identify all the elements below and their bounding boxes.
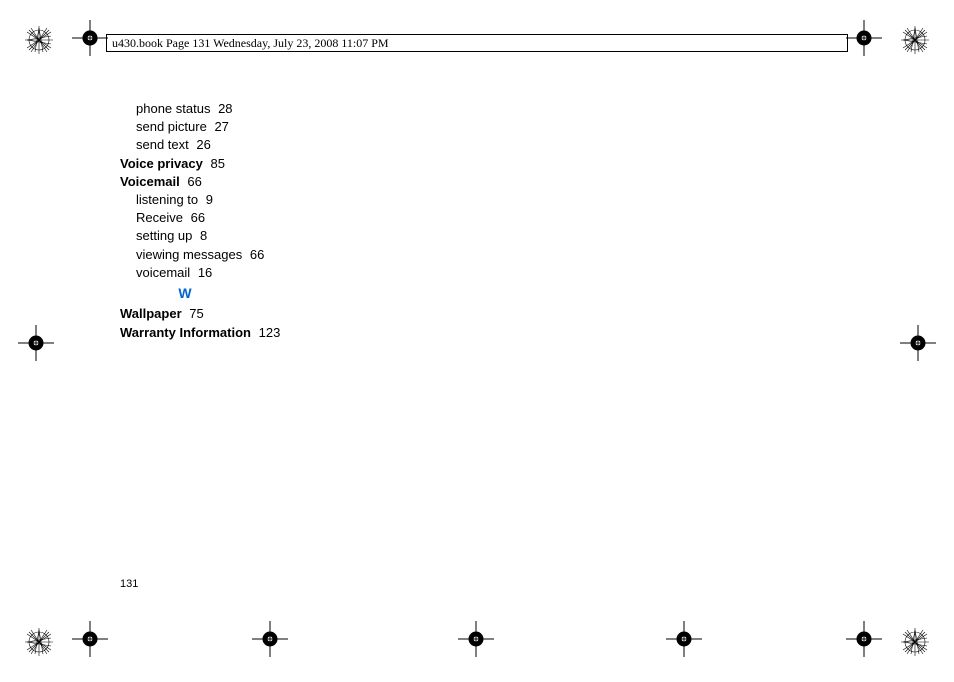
- registration-mark-icon: [899, 626, 931, 658]
- index-label: send text: [136, 137, 189, 152]
- index-label: Warranty Information: [120, 325, 251, 340]
- index-label: Receive: [136, 210, 183, 225]
- registration-mark-icon: [23, 626, 55, 658]
- index-label: voicemail: [136, 265, 190, 280]
- index-page: 66: [187, 174, 201, 189]
- index-entry: Receive 66: [136, 209, 280, 227]
- index-page: 75: [189, 306, 203, 321]
- index-entry: send picture 27: [136, 118, 280, 136]
- index-page: 27: [214, 119, 228, 134]
- crop-mark-icon: [458, 621, 494, 662]
- index-entry: Wallpaper 75: [120, 305, 280, 323]
- registration-mark-icon: [899, 24, 931, 56]
- index-page: 26: [196, 137, 210, 152]
- index-label: setting up: [136, 228, 192, 243]
- crop-mark-icon: [666, 621, 702, 662]
- crop-mark-icon: [846, 20, 882, 61]
- page-header-text: u430.book Page 131 Wednesday, July 23, 2…: [112, 36, 389, 51]
- index-page: 66: [250, 247, 264, 262]
- crop-mark-icon: [72, 621, 108, 662]
- index-label: Voicemail: [120, 174, 180, 189]
- index-entry: phone status 28: [136, 100, 280, 118]
- index-entry: Voicemail 66: [120, 173, 280, 191]
- index-entry: setting up 8: [136, 227, 280, 245]
- index-label: viewing messages: [136, 247, 242, 262]
- index-section-letter: W: [120, 284, 250, 304]
- index-label: send picture: [136, 119, 207, 134]
- index-page: 85: [211, 156, 225, 171]
- crop-mark-icon: [846, 621, 882, 662]
- index-page: 9: [206, 192, 213, 207]
- index-label: Wallpaper: [120, 306, 182, 321]
- index-entry: viewing messages 66: [136, 246, 280, 264]
- index-label: listening to: [136, 192, 198, 207]
- crop-mark-icon: [900, 325, 936, 366]
- index-page: 123: [259, 325, 281, 340]
- page-number: 131: [120, 578, 138, 590]
- crop-mark-icon: [72, 20, 108, 61]
- index-page: 28: [218, 101, 232, 116]
- index-page: 8: [200, 228, 207, 243]
- index-page: 66: [191, 210, 205, 225]
- index-page: 16: [198, 265, 212, 280]
- index-content: phone status 28 send picture 27 send tex…: [120, 100, 280, 342]
- index-entry: listening to 9: [136, 191, 280, 209]
- crop-mark-icon: [252, 621, 288, 662]
- registration-mark-icon: [23, 24, 55, 56]
- index-entry: send text 26: [136, 136, 280, 154]
- crop-mark-icon: [18, 325, 54, 366]
- index-entry: voicemail 16: [136, 264, 280, 282]
- index-entry: Voice privacy 85: [120, 155, 280, 173]
- page-header-bar: u430.book Page 131 Wednesday, July 23, 2…: [106, 34, 848, 52]
- index-label: Voice privacy: [120, 156, 203, 171]
- index-label: phone status: [136, 101, 210, 116]
- index-entry: Warranty Information 123: [120, 324, 280, 342]
